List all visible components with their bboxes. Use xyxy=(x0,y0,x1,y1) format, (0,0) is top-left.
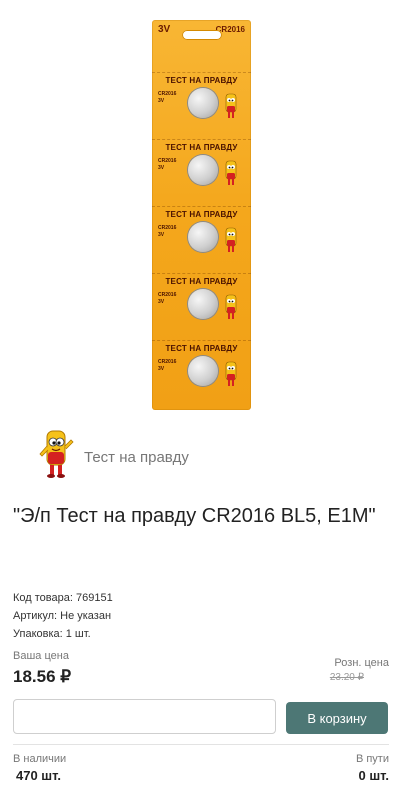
product-code: Код товара: 769151 xyxy=(13,592,113,604)
product-package: Упаковка: 1 шт. xyxy=(13,628,91,640)
cell-title: ТЕСТ НА ПРАВДУ xyxy=(165,76,238,85)
in-transit-value: 0 шт. xyxy=(358,768,389,783)
blister-header: 3V CR2016 xyxy=(152,20,251,72)
divider xyxy=(13,744,389,745)
coin-battery-icon xyxy=(188,289,218,319)
battery-cell: ТЕСТ НА ПРАВДУ CR2016 3V xyxy=(152,206,251,268)
cell-label-model: CR2016 xyxy=(158,158,177,164)
cell-label-model: CR2016 xyxy=(158,292,177,298)
cell-label: CR2016 3V xyxy=(158,359,176,373)
cell-label: CR2016 3V xyxy=(158,292,176,306)
pack-voltage: 3V xyxy=(158,24,171,35)
brand-name[interactable]: Тест на правду xyxy=(84,449,189,466)
brand-mascot-icon xyxy=(39,430,74,478)
price-label: Ваша цена xyxy=(13,650,69,662)
in-stock-value: 470 шт. xyxy=(16,768,61,783)
mascot-icon xyxy=(225,227,237,252)
mascot-icon xyxy=(225,93,237,118)
mascot-icon xyxy=(225,361,237,386)
brand[interactable]: Тест на правду xyxy=(38,428,189,480)
cell-label: CR2016 3V xyxy=(158,158,176,172)
coin-battery-icon xyxy=(188,88,218,118)
coin-battery-icon xyxy=(188,222,218,252)
coin-battery-icon xyxy=(188,155,218,185)
battery-cell: ТЕСТ НА ПРАВДУ CR2016 3V xyxy=(152,340,251,402)
cell-label: CR2016 3V xyxy=(158,91,176,105)
product-image[interactable]: 3V CR2016 ТЕСТ НА ПРАВДУ CR2016 3V ТЕСТ НА … xyxy=(152,20,251,410)
product-title: "Э/п Тест на правду CR2016 BL5, E1M" xyxy=(13,505,376,527)
cell-title: ТЕСТ НА ПРАВДУ xyxy=(165,277,238,286)
battery-cell: ТЕСТ НА ПРАВДУ CR2016 3V xyxy=(152,273,251,335)
in-transit-label: В пути xyxy=(355,753,389,765)
battery-cell: ТЕСТ НА ПРАВДУ CR2016 3V xyxy=(152,72,251,134)
cell-label-voltage: 3V xyxy=(158,366,165,372)
coin-battery-icon xyxy=(188,356,218,386)
cell-title: ТЕСТ НА ПРАВДУ xyxy=(165,210,238,219)
mascot-icon xyxy=(225,160,237,185)
cell-label-model: CR2016 xyxy=(158,359,177,365)
cell-label-voltage: 3V xyxy=(158,98,165,104)
mascot-icon xyxy=(225,294,237,319)
cell-label-voltage: 3V xyxy=(158,299,165,305)
cell-label-model: CR2016 xyxy=(158,225,177,231)
cell-label: CR2016 3V xyxy=(158,225,176,239)
quantity-input[interactable] xyxy=(13,699,276,734)
battery-cell: ТЕСТ НА ПРАВДУ CR2016 3V xyxy=(152,139,251,201)
product-meta: Код товара: 769151 Артикул: Не указан Уп… xyxy=(13,589,113,643)
battery-blister-pack: 3V CR2016 ТЕСТ НА ПРАВДУ CR2016 3V ТЕСТ НА … xyxy=(152,20,251,410)
in-stock-label: В наличии xyxy=(13,753,67,765)
cell-title: ТЕСТ НА ПРАВДУ xyxy=(165,143,238,152)
product-article: Артикул: Не указан xyxy=(13,610,112,622)
price-value: 18.56 ₽ xyxy=(13,667,72,686)
cell-title: ТЕСТ НА ПРАВДУ xyxy=(165,344,238,353)
cell-label-voltage: 3V xyxy=(158,232,165,238)
cell-label-voltage: 3V xyxy=(158,165,165,171)
add-to-cart-button[interactable]: В корзину xyxy=(286,702,388,734)
hang-hole xyxy=(182,30,222,40)
retail-price-label: Розн. цена xyxy=(334,657,389,669)
retail-price-value: 23.20 ₽ xyxy=(329,672,364,683)
cell-label-model: CR2016 xyxy=(158,91,177,97)
